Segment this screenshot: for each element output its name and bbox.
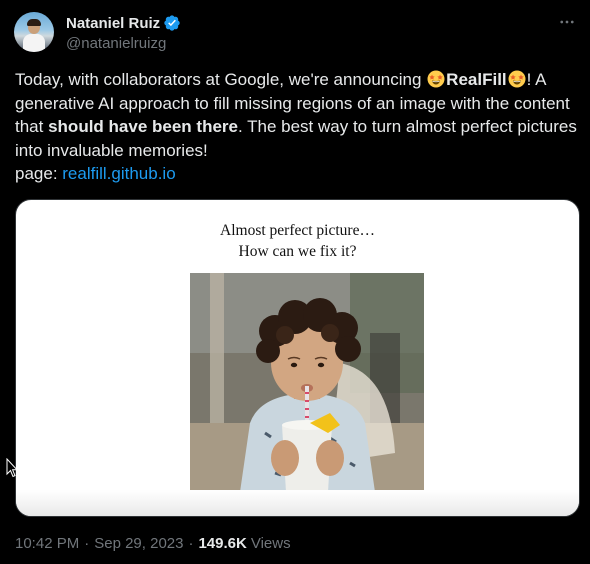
media-caption: Almost perfect picture… How can we fix i… <box>16 220 579 262</box>
verified-badge-icon <box>164 15 180 31</box>
media-caption-line2: How can we fix it? <box>238 243 357 260</box>
views-count[interactable]: 149.6K <box>198 535 246 552</box>
media-bottom-gradient <box>16 490 579 516</box>
tweet-time[interactable]: 10:42 PM <box>15 535 79 552</box>
star-struck-emoji <box>427 70 445 88</box>
tweet-text: Today, with collaborators at Google, we'… <box>15 68 577 186</box>
tweet-date[interactable]: Sep 29, 2023 <box>94 535 183 552</box>
tweet-meta: 10:42 PM · Sep 29, 2023 · 149.6K Views <box>15 535 291 552</box>
author-name-row[interactable]: Nataniel Ruiz <box>66 13 181 33</box>
author-handle[interactable]: @natanielruizg <box>66 35 166 52</box>
bold-phrase: should have been there <box>48 117 238 136</box>
page-link[interactable]: realfill.github.io <box>62 164 175 183</box>
tweet-text-intro: Today, with collaborators at Google, we'… <box>15 70 427 89</box>
media-card[interactable]: Almost perfect picture… How can we fix i… <box>15 199 580 517</box>
meta-separator: · <box>188 535 194 552</box>
star-struck-emoji <box>508 70 526 88</box>
mouse-cursor-icon <box>6 458 18 478</box>
media-caption-line1: Almost perfect picture… <box>220 222 375 239</box>
views-label[interactable]: Views <box>251 535 291 552</box>
avatar[interactable] <box>14 12 54 52</box>
child-photo-illustration <box>190 273 424 492</box>
more-options-button[interactable] <box>556 12 578 32</box>
product-name: RealFill <box>446 70 507 89</box>
page-label: page: <box>15 164 63 183</box>
author-display-name[interactable]: Nataniel Ruiz <box>66 15 160 32</box>
meta-separator: · <box>84 535 90 552</box>
tweet: Nataniel Ruiz @natanielruizg Today, with… <box>0 0 590 564</box>
more-options-icon <box>560 20 574 24</box>
media-photo[interactable] <box>190 273 424 492</box>
